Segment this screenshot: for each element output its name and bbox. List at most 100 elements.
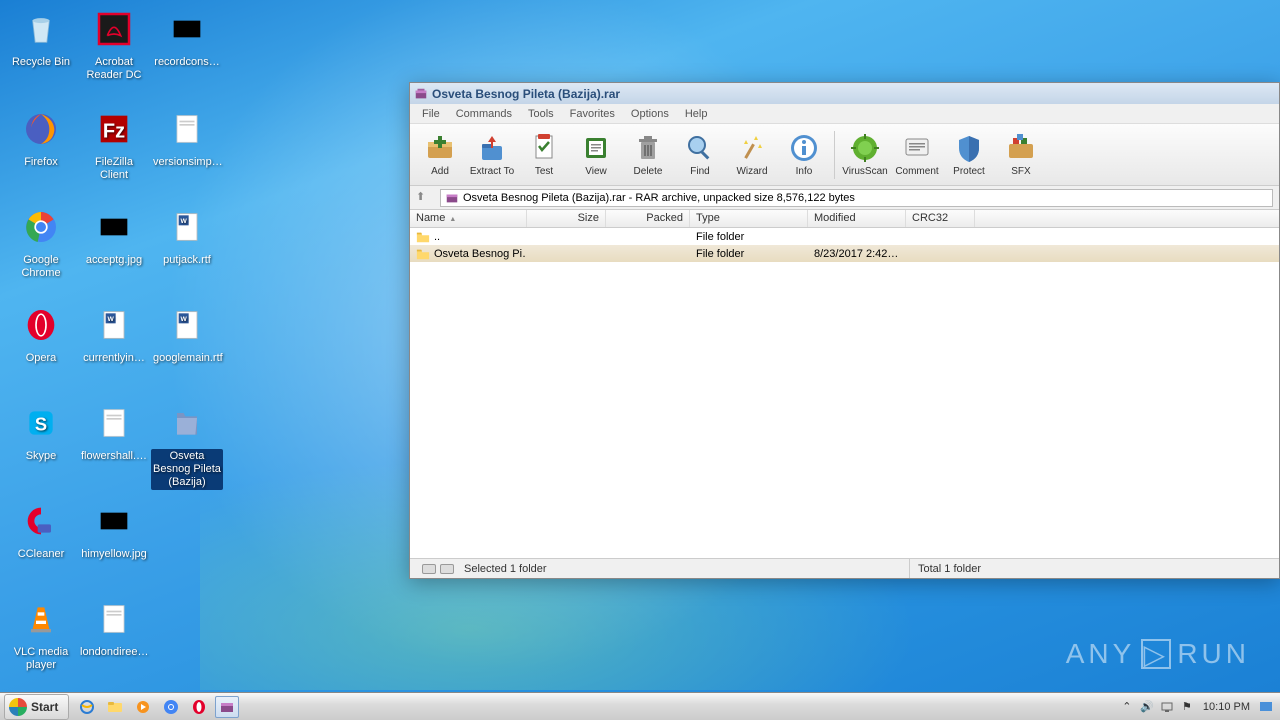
col-packed[interactable]: Packed [606,210,690,227]
archive-icon [445,191,459,205]
taskbar: Start ⌃ 🔊 ⚑ 10:10 PM [0,692,1280,720]
icon-label: Skype [5,449,77,464]
tray-flag-icon[interactable]: ⚑ [1179,699,1195,715]
desktop-icon-vlc[interactable]: VLC media player [5,595,77,673]
address-bar[interactable]: Osveta Besnog Pileta (Bazija).rar - RAR … [440,189,1273,207]
desktop-icon-versionsimp[interactable]: versionsimp… [151,105,223,170]
menu-help[interactable]: Help [677,106,716,122]
menu-commands[interactable]: Commands [448,106,520,122]
recordcons-icon [163,5,211,53]
status-right: Total 1 folder [918,563,981,575]
toolbar-virusscan[interactable]: VirusScan [839,127,891,183]
chrome-icon [17,203,65,251]
menu-favorites[interactable]: Favorites [562,106,623,122]
toolbar-test[interactable]: Test [518,127,570,183]
up-button[interactable]: ⬆ [416,190,432,206]
icon-label: flowershall.… [78,449,150,464]
desktop-icon-filezilla[interactable]: FzFileZilla Client [78,105,150,183]
londondiree-icon [90,595,138,643]
protect-icon [953,132,985,164]
recycle-bin-icon [17,5,65,53]
toolbar-sfx[interactable]: SFX [995,127,1047,183]
icon-label: Osveta Besnog Pileta (Bazija) [151,449,223,490]
desktop-icon-opera[interactable]: Opera [5,301,77,366]
icon-label: putjack.rtf [151,253,223,268]
icon-label: Google Chrome [5,253,77,281]
svg-text:S: S [35,414,47,435]
icon-label: londondiree… [78,645,150,660]
status-icons [418,564,458,574]
menu-file[interactable]: File [414,106,448,122]
status-left: Selected 1 folder [464,563,547,575]
folder-icon [416,230,430,244]
icon-label: CCleaner [5,547,77,562]
ccleaner-icon [17,497,65,545]
himyellow-icon [90,497,138,545]
taskbar-player[interactable] [131,696,155,718]
toolbar-comment[interactable]: Comment [891,127,943,183]
desktop-icon-ccleaner[interactable]: CCleaner [5,497,77,562]
tray-volume-icon[interactable]: 🔊 [1139,699,1155,715]
file-row[interactable]: Osveta Besnog Pi…File folder8/23/2017 2:… [410,245,1279,262]
googlemain-icon: W [163,301,211,349]
taskbar-ie[interactable] [75,696,99,718]
desktop-icon-londondiree[interactable]: londondiree… [78,595,150,660]
taskbar-chrome[interactable] [159,696,183,718]
desktop-icon-googlemain[interactable]: Wgooglemain.rtf [151,301,223,366]
col-modified[interactable]: Modified [808,210,906,227]
svg-text:Fz: Fz [103,120,125,142]
toolbar-extract-to[interactable]: Extract To [466,127,518,183]
start-button[interactable]: Start [4,694,69,720]
file-row[interactable]: ..File folder [410,228,1279,245]
icon-label: Recycle Bin [5,55,77,70]
putjack-icon: W [163,203,211,251]
test-icon [528,132,560,164]
windows-orb-icon [9,698,27,716]
titlebar[interactable]: Osveta Besnog Pileta (Bazija).rar [410,83,1279,104]
svg-text:W: W [108,316,115,323]
toolbar-delete[interactable]: Delete [622,127,674,183]
desktop-icon-putjack[interactable]: Wputjack.rtf [151,203,223,268]
menu-options[interactable]: Options [623,106,677,122]
menu-tools[interactable]: Tools [520,106,562,122]
path-text: Osveta Besnog Pileta (Bazija).rar - RAR … [463,192,855,204]
wizard-icon [736,132,768,164]
toolbar-view[interactable]: View [570,127,622,183]
desktop-icon-currentlyin[interactable]: Wcurrentlyin… [78,301,150,366]
versionsimp-icon [163,105,211,153]
desktop-icon-himyellow[interactable]: himyellow.jpg [78,497,150,562]
desktop-icon-acceptg[interactable]: acceptg.jpg [78,203,150,268]
toolbar-find[interactable]: Find [674,127,726,183]
skype-icon: S [17,399,65,447]
desktop-icon-firefox[interactable]: Firefox [5,105,77,170]
tray-network-icon[interactable] [1159,699,1175,715]
tray-chevron-icon[interactable]: ⌃ [1119,699,1135,715]
toolbar-wizard[interactable]: Wizard [726,127,778,183]
icon-label: Opera [5,351,77,366]
firefox-icon [17,105,65,153]
extract-to-icon [476,132,508,164]
taskbar-opera[interactable] [187,696,211,718]
col-crc32[interactable]: CRC32 [906,210,975,227]
desktop-icon-recordcons[interactable]: recordcons… [151,5,223,70]
desktop-icon-chrome[interactable]: Google Chrome [5,203,77,281]
desktop-icon-flowershall[interactable]: flowershall.… [78,399,150,464]
toolbar-protect[interactable]: Protect [943,127,995,183]
col-size[interactable]: Size [527,210,606,227]
desktop-icon-skype[interactable]: S Skype [5,399,77,464]
desktop-icon-recycle-bin[interactable]: Recycle Bin [5,5,77,70]
info-icon [788,132,820,164]
taskbar-winrar[interactable] [215,696,239,718]
desktop-icon-osveta[interactable]: Osveta Besnog Pileta (Bazija) [151,399,223,490]
col-name[interactable]: Name [410,210,527,227]
winrar-window: Osveta Besnog Pileta (Bazija).rar FileCo… [409,82,1280,579]
icon-label: Firefox [5,155,77,170]
folder-icon [416,247,430,261]
tray-show-desktop[interactable] [1258,699,1274,715]
toolbar-add[interactable]: Add [414,127,466,183]
toolbar-info[interactable]: Info [778,127,830,183]
clock[interactable]: 10:10 PM [1203,701,1250,713]
col-type[interactable]: Type [690,210,808,227]
desktop-icon-acrobat[interactable]: Acrobat Reader DC [78,5,150,83]
taskbar-explorer[interactable] [103,696,127,718]
